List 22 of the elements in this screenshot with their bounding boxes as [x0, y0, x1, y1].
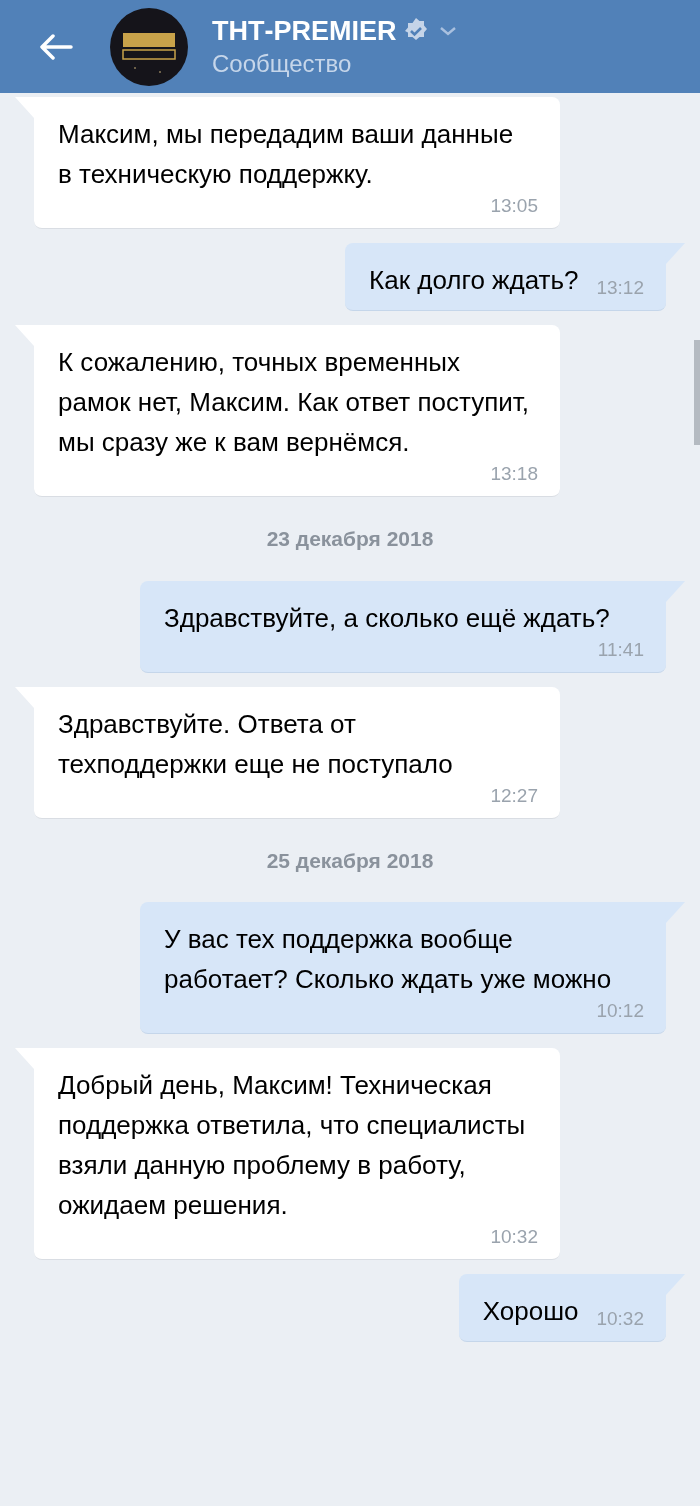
- message-text: К сожалению, точных временных рамок нет, Максим. Как ответ поступит, мы сразу же к вам вернёмся.: [58, 346, 530, 459]
- message-text: Добрый день, Максим! Техническая поддержка ответила, что специалисты взяли данную проблему в работу, ожидаем решения.: [58, 1069, 527, 1222]
- community-title[interactable]: ТНТ-PREMIER: [212, 13, 397, 48]
- message-text: Максим, мы передадим ваши данные в техническую поддержку.: [58, 118, 515, 191]
- message-time: 10:12: [595, 999, 644, 1023]
- message-text: Здравствуйте, а сколько ещё ждать?: [164, 601, 610, 635]
- message-text: Хорошо: [482, 1295, 579, 1328]
- message-time: 10:32: [595, 1307, 644, 1331]
- community-subtitle: Сообщество: [212, 48, 353, 79]
- message-text: Как долго ждать?: [369, 264, 579, 297]
- message-time: 11:41: [596, 637, 644, 662]
- message-time: 13:12: [595, 276, 644, 300]
- message-time: 10:32: [489, 1225, 538, 1249]
- back-arrow-icon: [39, 33, 73, 60]
- date-separator: 25 декабря 2018: [266, 847, 434, 874]
- message-text: Здравствуйте. Ответа от техподдержки еще не поступало: [58, 707, 454, 781]
- date-separator: 23 декабря 2018: [266, 526, 434, 552]
- avatar-icon[interactable]: [110, 7, 188, 86]
- message-text: У вас тех поддержка вообще работает? Сколько ждать уже можно: [164, 923, 613, 996]
- message-time: 13:05: [489, 194, 538, 218]
- message-time: 12:27: [489, 783, 538, 808]
- message-time: 13:18: [489, 462, 538, 486]
